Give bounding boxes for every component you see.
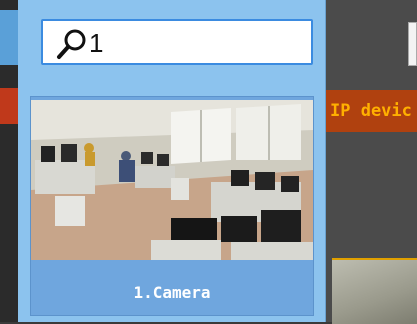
camera-result-card[interactable]: 1.Camera	[30, 96, 314, 316]
background-left-tab	[0, 10, 18, 65]
search-query-text: 1	[89, 28, 104, 58]
camera-name-label: 1.Camera	[133, 283, 211, 302]
background-edge-button[interactable]	[408, 22, 417, 66]
ip-devices-header[interactable]: IP devic	[326, 90, 417, 132]
office-camera-image	[31, 100, 313, 260]
search-input[interactable]: 1	[41, 19, 313, 65]
camera-preview-thumbnail[interactable]	[31, 100, 313, 260]
camera-search-popup: 1 1.Camera	[18, 0, 326, 322]
search-icon	[57, 29, 86, 59]
background-camera-tile[interactable]	[332, 258, 417, 324]
background-left-header	[0, 88, 18, 124]
